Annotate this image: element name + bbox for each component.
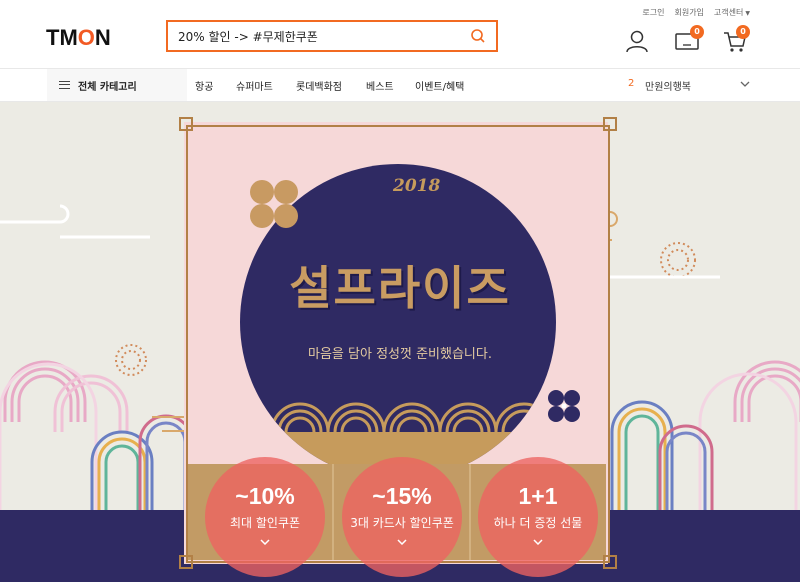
user-icon[interactable]: [624, 28, 650, 54]
customer-center-label: 고객센터: [713, 8, 744, 17]
banner-subtitle: 마음을 담아 정성껏 준비했습니다.: [308, 347, 492, 362]
search-input[interactable]: 20% 할인 -> #무제한쿠폰: [178, 28, 470, 45]
chevron-down-icon: [397, 539, 407, 545]
chevron-down-icon: [260, 539, 270, 545]
offer-value: 1+1: [518, 483, 558, 509]
seollal-banner[interactable]: 2018 설프라이즈 마음을 담아 정성껏 준비했습니다. ~10% 최대 할인…: [0, 102, 800, 582]
top-links: 로그인 회원가입 고객센터 ▼: [642, 7, 750, 18]
recent-count-badge: 0: [690, 25, 704, 39]
nav-item-event[interactable]: 이벤트/혜택: [415, 78, 464, 93]
offer-one-plus-one[interactable]: 1+1 하나 더 증정 선물: [478, 457, 598, 577]
offer-max-coupon[interactable]: ~10% 최대 할인쿠폰: [205, 457, 325, 577]
chevron-down-icon: [533, 539, 543, 545]
offer-label: 3대 카드사 할인쿠폰: [350, 516, 454, 530]
logo-text: TMON: [46, 25, 111, 50]
menu-icon: [59, 81, 70, 89]
all-category-label: 전체 카테고리: [78, 81, 137, 93]
offer-value: ~15%: [372, 483, 432, 509]
offer-label: 하나 더 증정 선물: [493, 516, 583, 530]
banner-year: 2018: [393, 178, 440, 195]
rank-keyword[interactable]: 만원의행복: [645, 78, 691, 93]
banner-title: 설프라이즈: [289, 261, 511, 315]
chevron-down-icon[interactable]: [740, 79, 750, 89]
offer-card-coupon[interactable]: ~15% 3대 카드사 할인쿠폰: [342, 457, 462, 577]
tmon-page: 로그인 회원가입 고객센터 ▼ TMON 20% 할인 -> #무제한쿠폰 0 0: [0, 0, 800, 582]
nav-item-lotte[interactable]: 롯데백화점: [296, 78, 342, 93]
nav-item-flight[interactable]: 항공: [195, 78, 213, 93]
signup-link[interactable]: 회원가입: [674, 7, 703, 18]
login-link[interactable]: 로그인: [642, 7, 664, 18]
rank-number: 2: [628, 78, 635, 89]
all-category-button[interactable]: 전체 카테고리: [47, 69, 187, 101]
offer-label: 최대 할인쿠폰: [229, 516, 301, 530]
offer-value: ~10%: [235, 483, 295, 509]
main-nav: 전체 카테고리 항공 슈퍼마트 롯데백화점 베스트 이벤트/혜택 2 만원의행복: [0, 68, 800, 102]
tmon-logo[interactable]: TMON: [46, 25, 111, 51]
customer-center-link[interactable]: 고객센터 ▼: [714, 7, 750, 18]
cart-count-badge: 0: [736, 25, 750, 39]
caret-down-icon: ▼: [745, 10, 750, 17]
nav-item-supermart[interactable]: 슈퍼마트: [236, 78, 273, 93]
nav-item-best[interactable]: 베스트: [366, 78, 394, 93]
search-bar[interactable]: 20% 할인 -> #무제한쿠폰: [166, 20, 498, 52]
search-icon[interactable]: [470, 28, 486, 44]
